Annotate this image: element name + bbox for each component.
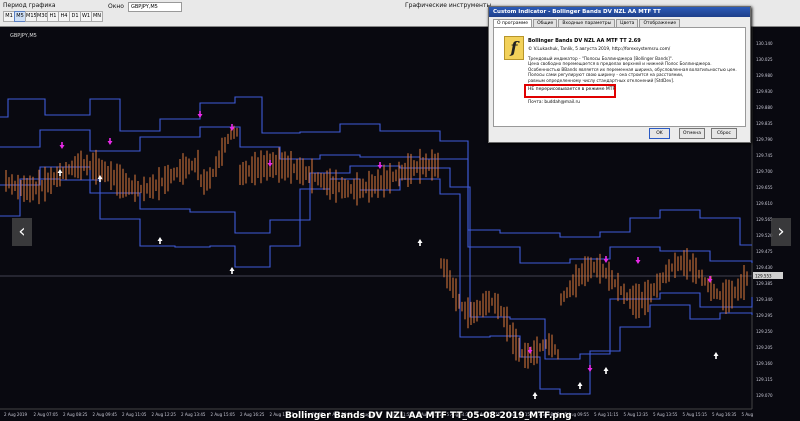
- time-tick-label: 5 Aug 11:15: [594, 412, 619, 417]
- time-tick-label: 2 Aug 12:25: [152, 412, 177, 417]
- buy-arrow-icon: [157, 237, 163, 244]
- buy-arrow-icon: [57, 169, 63, 176]
- cancel-button[interactable]: Отмена: [679, 128, 705, 139]
- dialog-tabs: О программе Общие Входные параметры Цвета От…: [493, 19, 681, 28]
- custom-indicator-dialog: Custom Indicator - Bollinger Bands DV NZ…: [488, 6, 751, 143]
- price-tick-label: 129.340: [756, 297, 773, 302]
- window-label: Окно: [108, 3, 124, 10]
- indicator-description: Трендовый индикатор - "Полосы Боллинджер…: [528, 56, 738, 83]
- time-tick-label: 5 Aug 12:35: [624, 412, 649, 417]
- timeframe-mn-button[interactable]: MN: [91, 11, 103, 22]
- buy-arrow-icon: [577, 382, 583, 389]
- instruments-label: Графические инструменты: [405, 2, 492, 9]
- price-tick-label: 129.475: [756, 249, 773, 254]
- copyright-text: © V.Lukashuk, Tanlik, 5 августа 2019, ht…: [528, 47, 671, 52]
- price-tick-label: 129.930: [756, 89, 773, 94]
- price-tick-label: 129.745: [756, 153, 773, 158]
- buy-arrow-icon: [603, 367, 609, 374]
- sell-arrow-icon: [59, 142, 65, 149]
- sell-arrow-icon: [377, 162, 383, 169]
- price-tick-label: 130.025: [756, 57, 773, 62]
- time-tick-label: 2 Aug 13:45: [181, 412, 206, 417]
- image-caption: Bollinger Bands DV NZL AA MTF TT_05-08-2…: [285, 411, 572, 421]
- time-tick-label: 5 Aug 13:55: [653, 412, 678, 417]
- buy-arrow-icon: [532, 392, 538, 399]
- price-tick-label: 129.385: [756, 281, 773, 286]
- price-tick-label: 129.980: [756, 73, 773, 78]
- price-tick-label: 129.295: [756, 313, 773, 318]
- price-tick-label: 129.205: [756, 345, 773, 350]
- about-panel: f Bollinger Bands DV NZL AA MTF TT 2.69 …: [493, 27, 746, 127]
- chart-symbol-tag: GBPJPY,M5: [10, 33, 37, 39]
- indicator-name: Bollinger Bands DV NZL AA MTF TT 2.69: [528, 38, 641, 44]
- dialog-title: Custom Indicator - Bollinger Bands DV NZ…: [489, 7, 750, 17]
- author-email: Почта: buddah@mail.ru: [528, 100, 580, 105]
- sell-arrow-icon: [587, 365, 593, 372]
- price-tick-label: 130.140: [756, 41, 773, 46]
- time-tick-label: 2 Aug 07:05: [34, 412, 59, 417]
- time-tick-label: 2 Aug 15:05: [211, 412, 236, 417]
- sell-arrow-icon: [197, 111, 203, 118]
- time-tick-label: 5 Aug 16:35: [712, 412, 737, 417]
- price-tick-label: 129.700: [756, 169, 773, 174]
- time-tick-label: 5 Aug 15:15: [683, 412, 708, 417]
- time-tick-label: 2 Aug 09:45: [93, 412, 118, 417]
- price-tick-label: 129.880: [756, 105, 773, 110]
- time-tick-label: 5 Aug: [742, 412, 754, 417]
- prev-image-button[interactable]: ‹: [12, 218, 32, 246]
- price-tick-label: 129.070: [756, 393, 773, 398]
- bollinger-band-2: [0, 126, 753, 264]
- time-tick-label: 2 Aug 08:25: [63, 412, 88, 417]
- buy-arrow-icon: [417, 239, 423, 246]
- ok-button[interactable]: OK: [649, 128, 670, 139]
- sell-arrow-icon: [267, 160, 273, 167]
- symbol-selector[interactable]: GBPJPY,M5: [128, 2, 182, 12]
- sell-arrow-icon: [635, 257, 641, 264]
- price-tick-label: 129.655: [756, 185, 773, 190]
- price-tick-label: 129.160: [756, 361, 773, 366]
- buy-arrow-icon: [229, 267, 235, 274]
- mql-logo-icon: f: [504, 36, 524, 60]
- price-tick-label: 129.430: [756, 265, 773, 270]
- period-label: Период графика: [3, 2, 56, 9]
- buy-arrow-icon: [713, 352, 719, 359]
- description-line: равным определенному числу стандартных о…: [528, 77, 675, 83]
- price-tick-label: 129.115: [756, 377, 773, 382]
- time-tick-label: 2 Aug 2019: [4, 412, 28, 417]
- time-tick-label: 2 Aug 11:05: [122, 412, 147, 417]
- price-tick-label: 129.835: [756, 121, 773, 126]
- time-tick-label: 2 Aug 16:25: [240, 412, 265, 417]
- mtf-note: НЕ перерисовывается в режиме MTF: [528, 87, 616, 92]
- reset-button[interactable]: Сброс: [711, 128, 737, 139]
- next-image-button[interactable]: ›: [771, 218, 791, 246]
- price-tick-label: 129.250: [756, 329, 773, 334]
- price-tick-label: 129.790: [756, 137, 773, 142]
- price-tick-label: 129.610: [756, 201, 773, 206]
- current-price-label: 129.553: [755, 274, 772, 279]
- sell-arrow-icon: [107, 138, 113, 145]
- bollinger-band-3: [0, 165, 753, 360]
- sell-arrow-icon: [603, 256, 609, 263]
